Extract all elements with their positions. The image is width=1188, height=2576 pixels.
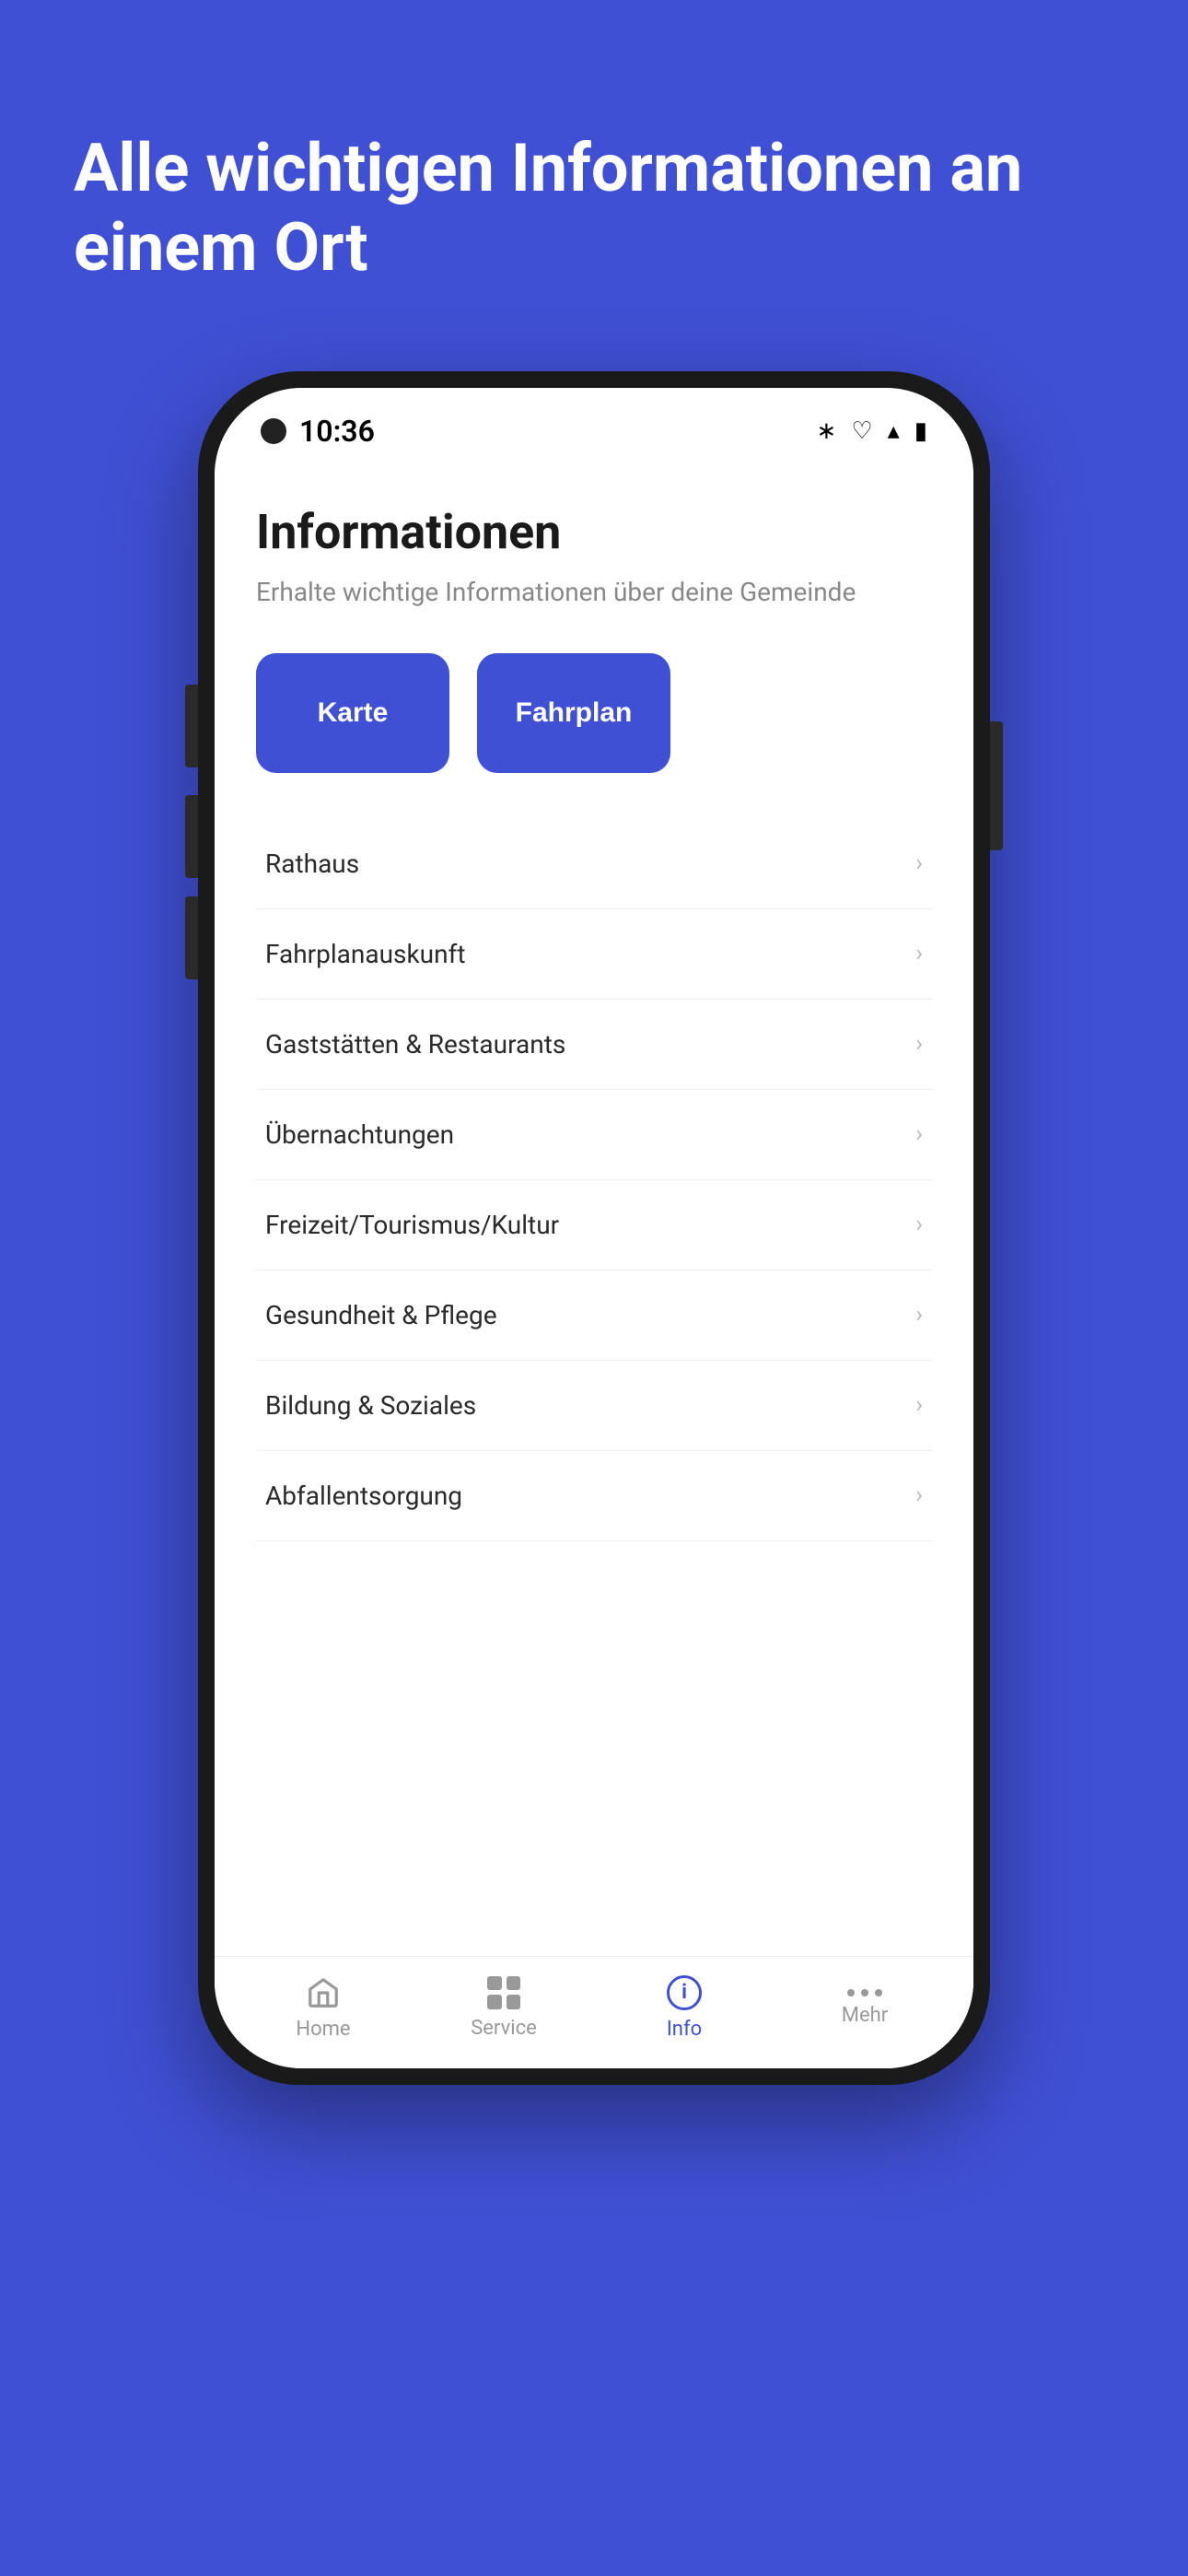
menu-item-gaststaetten[interactable]: Gaststätten & Restaurants › (256, 1000, 932, 1090)
status-icons: ∗ ♡ ▴ ▮ (817, 417, 927, 445)
nav-label-home: Home (296, 2018, 350, 2041)
status-bar: 10:36 ∗ ♡ ▴ ▮ (215, 388, 973, 458)
chevron-icon-abfall: › (915, 1481, 923, 1509)
nav-item-service[interactable]: Service (448, 1976, 559, 2040)
vol-button-2 (185, 896, 198, 979)
app-content: Informationen Erhalte wichtige Informati… (215, 458, 973, 2068)
nav-label-mehr: Mehr (842, 2004, 888, 2027)
karte-button[interactable]: Karte (256, 653, 449, 773)
nav-label-info: Info (667, 2018, 702, 2041)
chevron-icon-uebernachtungen: › (915, 1120, 923, 1148)
hero-title: Alle wichtigen Informationen an einem Or… (74, 129, 1114, 288)
chevron-icon-fahrplan: › (915, 940, 923, 967)
app-scroll-area: Informationen Erhalte wichtige Informati… (215, 458, 973, 1956)
fahrplan-button[interactable]: Fahrplan (477, 653, 670, 773)
menu-list: Rathaus › Fahrplanauskunft › Gaststätten… (256, 819, 932, 1541)
vol-button-1 (185, 795, 198, 878)
bluetooth-icon: ∗ (817, 417, 837, 445)
menu-item-fahrplanauskunft[interactable]: Fahrplanauskunft › (256, 909, 932, 1000)
hero-section: Alle wichtigen Informationen an einem Or… (0, 0, 1188, 344)
phone-frame: 10:36 ∗ ♡ ▴ ▮ Informationen Erhalte wich… (198, 371, 990, 2085)
battery-icon: ▮ (914, 417, 927, 445)
chevron-icon-gaststaetten: › (915, 1030, 923, 1058)
menu-item-rathaus[interactable]: Rathaus › (256, 819, 932, 909)
action-buttons-row: Karte Fahrplan (256, 653, 932, 773)
status-time: 10:36 (261, 414, 375, 449)
chevron-icon-gesundheit: › (915, 1301, 923, 1329)
nav-label-service: Service (471, 2017, 537, 2040)
menu-item-uebernachtungen[interactable]: Übernachtungen › (256, 1090, 932, 1180)
app-subtitle: Erhalte wichtige Informationen über dein… (256, 577, 932, 607)
grid-icon (487, 1976, 520, 2009)
dots-icon (847, 1989, 882, 1996)
wifi-icon: ▴ (888, 417, 900, 445)
app-title: Informationen (256, 504, 932, 560)
menu-item-freizeit[interactable]: Freizeit/Tourismus/Kultur › (256, 1180, 932, 1270)
chevron-icon-freizeit: › (915, 1211, 923, 1238)
menu-item-abfall[interactable]: Abfallentsorgung › (256, 1451, 932, 1541)
home-icon (306, 1975, 341, 2010)
chevron-icon-bildung: › (915, 1391, 923, 1419)
phone-screen: 10:36 ∗ ♡ ▴ ▮ Informationen Erhalte wich… (215, 388, 973, 2068)
nav-item-home[interactable]: Home (268, 1975, 379, 2041)
info-circle-icon: i (667, 1975, 702, 2010)
nav-item-mehr[interactable]: Mehr (809, 1989, 920, 2027)
chevron-icon-rathaus: › (915, 849, 923, 877)
bottom-nav: Home Service (215, 1956, 973, 2068)
camera-dot (261, 418, 286, 444)
bell-icon: ♡ (851, 417, 872, 445)
menu-item-bildung[interactable]: Bildung & Soziales › (256, 1361, 932, 1451)
nav-item-info[interactable]: i Info (629, 1975, 740, 2041)
menu-item-gesundheit[interactable]: Gesundheit & Pflege › (256, 1270, 932, 1361)
